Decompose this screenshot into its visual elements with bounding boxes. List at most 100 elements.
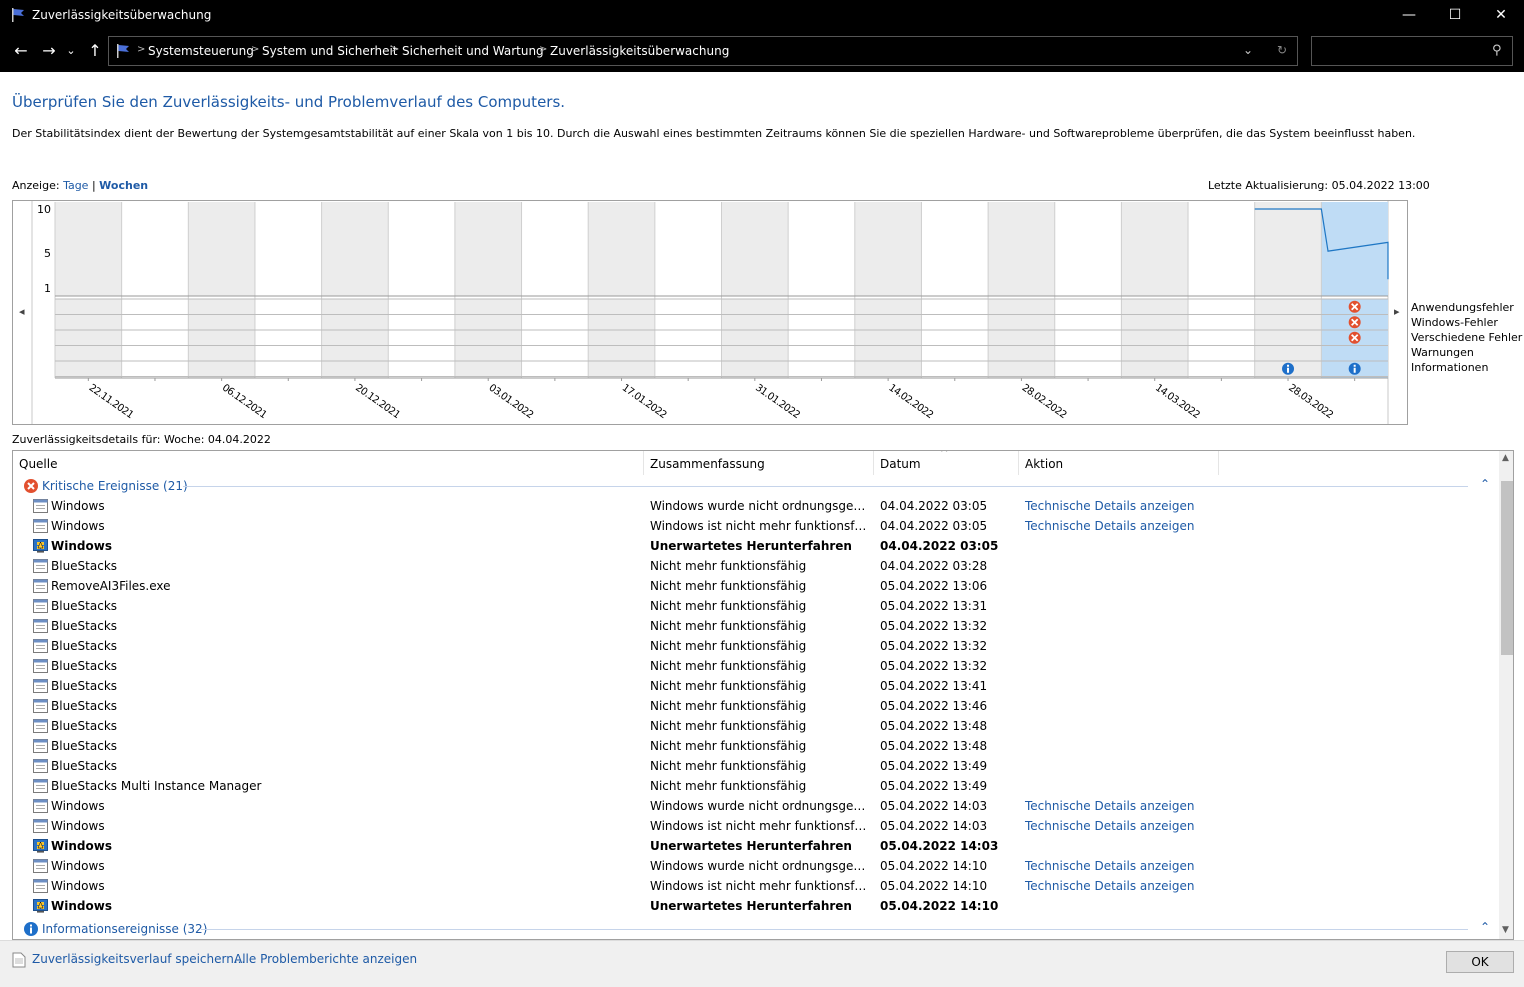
row-action-link[interactable]: Technische Details anzeigen xyxy=(1025,499,1194,513)
table-row[interactable]: RemoveAI3Files.exe Nicht mehr funktionsfä… xyxy=(13,576,1499,596)
breadcrumb-separator: > xyxy=(251,44,260,55)
index-column xyxy=(788,202,855,296)
application-icon xyxy=(33,599,48,613)
table-row[interactable]: BlueStacks Nicht mehr funktionsfähig 05.04… xyxy=(13,596,1499,616)
breadcrumb-system-und-sicherheit[interactable]: System und Sicherheit xyxy=(262,44,398,58)
breadcrumb-separator: > xyxy=(391,44,400,55)
x-tick-label: 22.11.2021 xyxy=(87,382,135,421)
close-button[interactable]: ✕ xyxy=(1478,0,1524,30)
row-source: BlueStacks xyxy=(51,699,118,713)
table-row[interactable]: BlueStacks Nicht mehr funktionsfähig 05.04… xyxy=(13,696,1499,716)
arrow-left-icon: ← xyxy=(14,40,28,60)
collapse-icon[interactable]: ⌃ xyxy=(1480,920,1490,934)
chart-nav-right-icon[interactable]: ▸ xyxy=(1394,305,1400,318)
scroll-up-icon[interactable]: ▲ xyxy=(1502,453,1509,463)
y-tick-label: 10 xyxy=(37,203,51,216)
table-row[interactable]: Windows Windows wurde nicht ordnungsgemäß… xyxy=(13,856,1499,876)
event-column xyxy=(1188,299,1255,378)
table-row[interactable]: BlueStacks Nicht mehr funktionsfähig 05.04… xyxy=(13,716,1499,736)
event-column xyxy=(321,299,389,378)
row-action-link[interactable]: Technische Details anzeigen xyxy=(1025,519,1194,533)
save-history-link[interactable]: Zuverlässigkeitsverlauf speichern... xyxy=(32,952,245,966)
recent-locations-button[interactable]: ⌄ xyxy=(64,39,78,61)
page-description: Der Stabilitätsindex dient der Bewertung… xyxy=(12,127,1416,140)
vertical-scrollbar[interactable]: ▲ ▼ xyxy=(1499,451,1513,939)
table-row[interactable]: Windows Windows wurde nicht ordnungsgemäß… xyxy=(13,796,1499,816)
row-action-link[interactable]: Technische Details anzeigen xyxy=(1025,799,1194,813)
breadcrumb-separator: > xyxy=(539,44,548,55)
view-weeks-link[interactable]: Wochen xyxy=(99,179,148,192)
category-label-app-errors: Anwendungsfehler xyxy=(1411,301,1514,314)
index-column xyxy=(1321,202,1388,296)
row-summary: Nicht mehr funktionsfähig xyxy=(650,679,807,693)
row-summary: Unerwartetes Herunterfahren xyxy=(650,899,852,913)
table-row[interactable]: Windows Windows ist nicht mehr funktionsf… xyxy=(13,816,1499,836)
event-column xyxy=(1121,299,1189,378)
refresh-icon[interactable]: ↻ xyxy=(1277,43,1287,57)
forward-button[interactable]: → xyxy=(38,39,60,61)
row-action-link[interactable]: Technische Details anzeigen xyxy=(1025,819,1194,833)
breadcrumb-zuverlaessigkeit[interactable]: Zuverlässigkeitsüberwachung xyxy=(550,44,729,58)
column-header-source[interactable]: Quelle xyxy=(13,451,644,475)
index-column xyxy=(321,202,389,296)
application-icon xyxy=(33,819,48,833)
column-header-action[interactable]: Aktion xyxy=(1019,451,1219,475)
row-date: 05.04.2022 13:49 xyxy=(880,759,988,773)
event-column xyxy=(1054,299,1122,378)
address-dropdown-icon[interactable]: ⌄ xyxy=(1243,43,1253,57)
row-summary: Windows ist nicht mehr funktionsfähig. xyxy=(650,519,872,533)
document-icon xyxy=(12,952,26,968)
reliability-chart[interactable]: ◂ ▸ 10 5 1 22.11.2021 06.12.2021 20.12.2021 03.0… xyxy=(12,200,1408,425)
row-source: BlueStacks xyxy=(51,659,118,673)
breadcrumb-systemsteuerung[interactable]: Systemsteuerung xyxy=(148,44,254,58)
chart-nav-left-icon[interactable]: ◂ xyxy=(19,305,25,318)
index-column xyxy=(921,202,989,296)
breadcrumb-sicherheit-und-wartung[interactable]: Sicherheit und Wartung xyxy=(402,44,544,58)
table-row[interactable]: Windows Windows ist nicht mehr funktionsf… xyxy=(13,516,1499,536)
main-content: Überprüfen Sie den Zuverlässigkeits- und… xyxy=(0,72,1524,940)
event-column xyxy=(121,299,189,378)
column-header-summary[interactable]: Zusammenfassung xyxy=(644,451,874,475)
back-button[interactable]: ← xyxy=(10,39,32,61)
table-row[interactable]: BlueStacks Nicht mehr funktionsfähig 04.04… xyxy=(13,556,1499,576)
table-row[interactable]: Windows Unerwartetes Herunterfahren 05.04.… xyxy=(13,896,1499,916)
table-row[interactable]: Windows Unerwartetes Herunterfahren 05.04.… xyxy=(13,836,1499,856)
table-row[interactable]: BlueStacks Multi Instance Manager Nicht m… xyxy=(13,776,1499,796)
scrollbar-thumb[interactable] xyxy=(1501,481,1513,655)
table-row[interactable]: BlueStacks Nicht mehr funktionsfähig 05.04… xyxy=(13,656,1499,676)
table-row[interactable]: Windows Unerwartetes Herunterfahren 04.04.… xyxy=(13,536,1499,556)
event-column xyxy=(521,299,589,378)
search-input[interactable]: ⚲ xyxy=(1311,36,1513,66)
row-date: 04.04.2022 03:05 xyxy=(880,539,999,553)
arrow-up-icon: ↑ xyxy=(88,40,102,60)
application-icon xyxy=(33,619,48,633)
application-icon xyxy=(33,739,48,753)
collapse-icon[interactable]: ⌃ xyxy=(1480,477,1490,491)
table-row[interactable]: BlueStacks Nicht mehr funktionsfähig 05.04… xyxy=(13,736,1499,756)
row-action-link[interactable]: Technische Details anzeigen xyxy=(1025,879,1194,893)
view-days-link[interactable]: Tage xyxy=(63,179,88,192)
scroll-down-icon[interactable]: ▼ xyxy=(1502,925,1509,935)
ok-button[interactable]: OK xyxy=(1446,951,1514,973)
column-header-date[interactable]: Datum ^ xyxy=(874,451,1019,475)
row-date: 05.04.2022 14:10 xyxy=(880,899,999,913)
application-icon xyxy=(33,659,48,673)
all-reports-link[interactable]: Alle Problemberichte anzeigen xyxy=(234,952,417,966)
row-summary: Windows wurde nicht ordnungsgemäß herunt… xyxy=(650,499,872,513)
row-source: BlueStacks xyxy=(51,619,118,633)
y-tick-label: 5 xyxy=(44,247,51,260)
table-row[interactable]: BlueStacks Nicht mehr funktionsfähig 05.04… xyxy=(13,636,1499,656)
table-row[interactable]: BlueStacks Nicht mehr funktionsfähig 05.04… xyxy=(13,616,1499,636)
row-action-link[interactable]: Technische Details anzeigen xyxy=(1025,859,1194,873)
event-column xyxy=(454,299,522,378)
table-row[interactable]: Windows Windows wurde nicht ordnungsgemäß… xyxy=(13,496,1499,516)
info-event-icon-bar xyxy=(1353,367,1356,373)
maximize-button[interactable]: ☐ xyxy=(1432,0,1478,30)
table-row[interactable]: BlueStacks Nicht mehr funktionsfähig 05.04… xyxy=(13,756,1499,776)
up-button[interactable]: ↑ xyxy=(84,39,106,61)
minimize-button[interactable]: — xyxy=(1386,0,1432,30)
table-row[interactable]: BlueStacks Nicht mehr funktionsfähig 05.04… xyxy=(13,676,1499,696)
breadcrumb[interactable]: > Systemsteuerung > System und Sicherhei… xyxy=(108,36,1298,66)
details-list[interactable]: Quelle Zusammenfassung Datum ^ Aktion Kr… xyxy=(12,450,1514,940)
table-row[interactable]: Windows Windows ist nicht mehr funktionsf… xyxy=(13,876,1499,896)
